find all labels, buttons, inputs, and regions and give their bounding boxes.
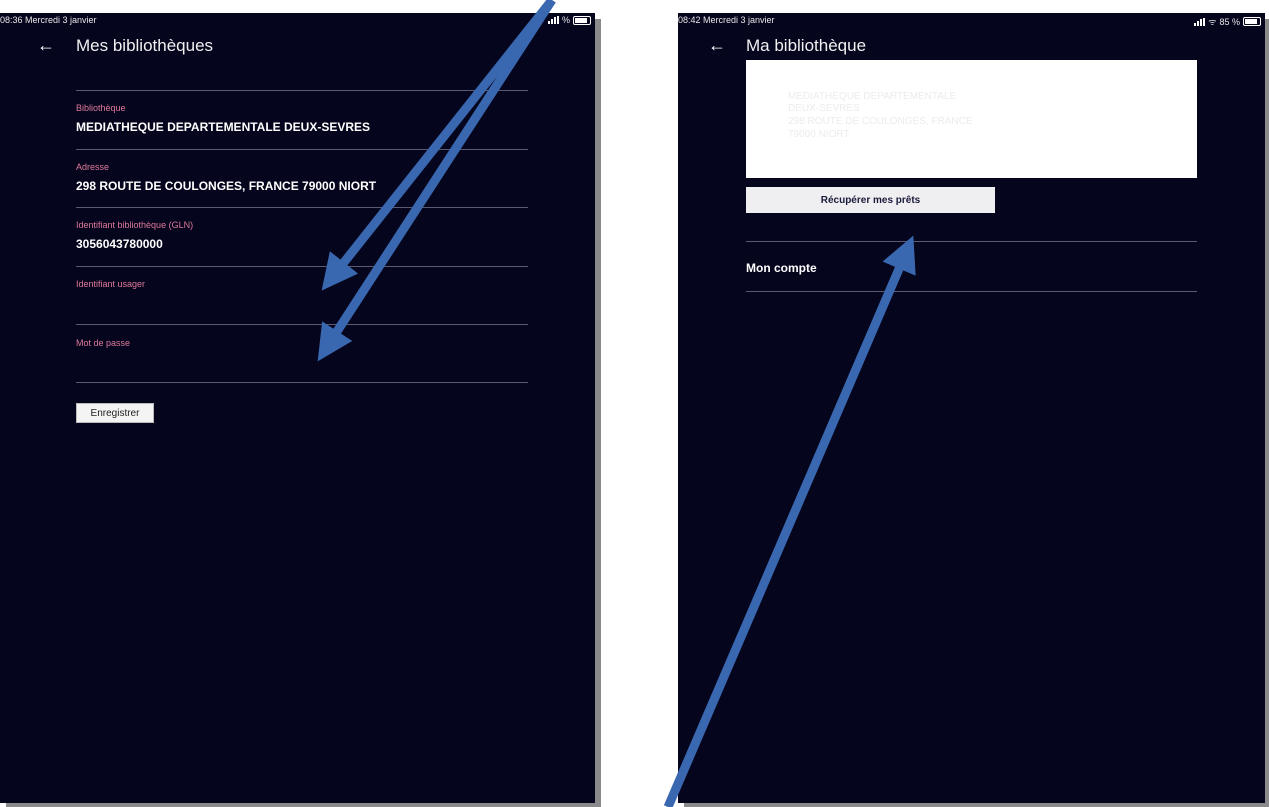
left-screenshot: 08:36 Mercredi 3 janvier % ← Mes bibliot… [0, 13, 595, 803]
divider [76, 90, 528, 91]
status-right: ᯤ 85 % [1194, 15, 1261, 28]
wifi-icon: ᯤ [1208, 17, 1217, 27]
back-arrow-icon[interactable]: ← [708, 36, 726, 54]
signal-icon [1194, 17, 1206, 26]
battery-icon [573, 15, 591, 25]
divider [746, 291, 1197, 292]
card-line: DEUX-SEVRES [788, 103, 860, 114]
user-id-input[interactable] [76, 293, 528, 323]
card-line: 79000 NIORT [788, 129, 850, 140]
library-value: MEDIATHEQUE DEPARTEMENTALE DEUX-SEVRES [76, 120, 371, 134]
battery-percent: % [561, 15, 570, 25]
library-info-card: MEDIATHEQUE DEPARTEMENTALE DEUX-SEVRES 2… [746, 60, 1197, 178]
status-time: 08:42 Mercredi 3 janvier [678, 15, 775, 25]
save-button[interactable]: Enregistrer [76, 403, 154, 423]
page-title: Mes bibliothèques [76, 36, 214, 55]
divider [746, 241, 1197, 242]
battery-percent: 85 % [1219, 16, 1240, 27]
card-line: MEDIATHEQUE DEPARTEMENTALE [788, 91, 957, 102]
gln-label: Identifiant bibliothèque (GLN) [76, 220, 194, 230]
address-label: Adresse [76, 162, 110, 172]
divider [76, 266, 528, 267]
password-label: Mot de passe [76, 338, 131, 348]
page-title: Ma bibliothèque [746, 36, 867, 55]
gln-value: 3056043780000 [76, 237, 163, 251]
right-screenshot: 08:42 Mercredi 3 janvier ᯤ 85 % ← Ma bib… [678, 13, 1265, 803]
divider [76, 324, 528, 325]
status-time: 08:36 Mercredi 3 janvier [0, 15, 97, 25]
card-line: 298 ROUTE DE COULONGES, FRANCE [788, 116, 973, 127]
back-arrow-icon[interactable]: ← [37, 36, 55, 54]
address-value: 298 ROUTE DE COULONGES, FRANCE 79000 NIO… [76, 179, 377, 193]
fetch-loans-button[interactable]: Récupérer mes prêts [746, 187, 995, 213]
divider [76, 382, 528, 383]
status-bar: 08:36 Mercredi 3 janvier % [0, 13, 595, 27]
status-bar: 08:42 Mercredi 3 janvier ᯤ 85 % [678, 13, 1265, 27]
signal-icon [547, 16, 559, 24]
divider [76, 149, 528, 150]
status-right: % [547, 15, 591, 25]
my-account-item[interactable]: Mon compte [746, 261, 817, 275]
battery-icon [1243, 17, 1261, 26]
user-id-label: Identifiant usager [76, 279, 146, 289]
password-input[interactable] [76, 352, 528, 381]
divider [76, 207, 528, 208]
library-label: Bibliothèque [76, 103, 126, 113]
